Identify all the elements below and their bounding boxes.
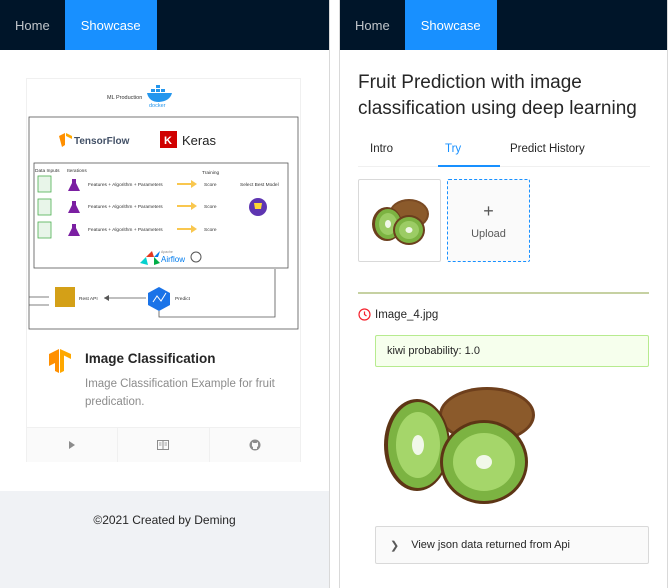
page-title: Fruit Prediction with image classificati… <box>358 72 637 119</box>
nav-showcase[interactable]: Showcase <box>64 0 157 50</box>
svg-text:Apache: Apache <box>161 250 173 254</box>
nav-home[interactable]: Home <box>340 0 405 50</box>
upload-label: Upload <box>471 227 506 240</box>
card-cover-diagram: ML Production docker TensorFlow K Keras … <box>27 79 300 335</box>
keras-text: Keras <box>182 133 216 148</box>
iterations-text: Iterations <box>67 168 87 174</box>
training-text: Training <box>202 170 219 176</box>
tab-intro[interactable]: Intro <box>370 143 393 155</box>
select-best-model-text: Select Best Model <box>240 182 279 188</box>
tensorflow-text: TensorFlow <box>74 136 130 147</box>
prediction-panel: Home Showcase Fruit Prediction with imag… <box>339 0 668 588</box>
flask-icon <box>68 224 80 236</box>
prediction-result-alert: kiwi probability: 1.0 <box>375 335 649 367</box>
nav-home[interactable]: Home <box>0 0 65 50</box>
tensorflow-icon <box>49 349 71 373</box>
top-nav: Home Showcase <box>340 0 667 50</box>
docker-text: docker <box>149 103 166 109</box>
api-gateway-icon <box>55 287 75 307</box>
play-icon <box>69 441 76 449</box>
svg-text:Score: Score <box>204 182 217 188</box>
page-footer: ©2021 Created by Deming <box>0 491 329 588</box>
arrow-icon <box>177 180 197 188</box>
nav-showcase[interactable]: Showcase <box>404 0 497 50</box>
tab-try[interactable]: Try <box>445 143 461 155</box>
svg-text:Features + Algorithm + Paramet: Features + Algorithm + Parameters <box>88 204 163 210</box>
keras-k: K <box>164 135 172 147</box>
active-tab-indicator <box>438 165 500 167</box>
read-icon <box>157 440 170 450</box>
refresh-icon <box>190 251 202 263</box>
tab-predict-history[interactable]: Predict History <box>510 143 585 155</box>
showcase-list-panel: Home Showcase ML Production docker Tenso… <box>0 0 330 588</box>
kiwi-thumbnail-image <box>372 199 429 245</box>
collapse-label: View json data returned from Api <box>411 539 570 551</box>
svg-text:Rest API: Rest API <box>79 296 98 302</box>
svg-text:Features + Algorithm + Paramet: Features + Algorithm + Parameters <box>88 227 163 233</box>
svg-text:Score: Score <box>204 227 217 233</box>
top-nav: Home Showcase <box>0 0 329 50</box>
airflow-logo-icon <box>140 251 160 265</box>
data-doc-icon <box>37 198 52 216</box>
file-name: Image_4.jpg <box>375 308 439 321</box>
svg-text:Predict: Predict <box>175 296 191 302</box>
data-doc-icon <box>37 221 52 239</box>
panel-gap <box>330 0 339 588</box>
data-doc-icon <box>37 175 52 193</box>
section-divider <box>358 292 649 294</box>
ml-production-text: ML Production <box>107 95 142 101</box>
svg-text:Features + Algorithm + Paramet: Features + Algorithm + Parameters <box>88 182 163 188</box>
prediction-text: kiwi probability: 1.0 <box>387 345 480 357</box>
upload-button[interactable]: + Upload <box>447 179 530 262</box>
uploaded-image-thumbnail[interactable] <box>358 179 441 262</box>
file-name-row: Image_4.jpg <box>358 308 438 321</box>
play-action[interactable] <box>27 428 119 462</box>
docker-icon <box>147 85 172 102</box>
json-data-collapse[interactable]: ❯ View json data returned from Api <box>375 526 649 564</box>
github-icon <box>249 439 261 451</box>
screenshot-root: Home Showcase ML Production docker Tenso… <box>0 0 670 588</box>
ml-pipeline-diagram: ML Production docker TensorFlow K Keras … <box>28 85 299 330</box>
github-action[interactable] <box>210 428 300 462</box>
tensorflow-logo-icon <box>59 133 72 147</box>
footer-text: ©2021 Created by Deming <box>93 513 236 527</box>
project-card[interactable]: ML Production docker TensorFlow K Keras … <box>26 78 301 462</box>
card-description: Image Classification Example for fruit p… <box>85 378 275 408</box>
card-title: Image Classification <box>85 351 216 366</box>
arrow-icon <box>177 202 197 210</box>
airflow-text: Airflow <box>161 255 185 264</box>
clock-icon <box>358 308 371 321</box>
read-action[interactable] <box>118 428 210 462</box>
card-meta: Image Classification Image Classificatio… <box>27 337 300 427</box>
flask-icon <box>68 201 80 213</box>
chevron-right-icon: ❯ <box>390 539 400 552</box>
svg-text:Score: Score <box>204 204 217 210</box>
data-inputs-text: Data Inputs <box>35 168 60 174</box>
flask-icon <box>68 179 80 191</box>
arrow-icon <box>177 225 197 233</box>
card-actions <box>27 427 300 462</box>
tab-bar: Intro Try Predict History <box>358 133 650 167</box>
kiwi-result-image <box>384 387 535 504</box>
plus-icon: + <box>483 200 494 221</box>
